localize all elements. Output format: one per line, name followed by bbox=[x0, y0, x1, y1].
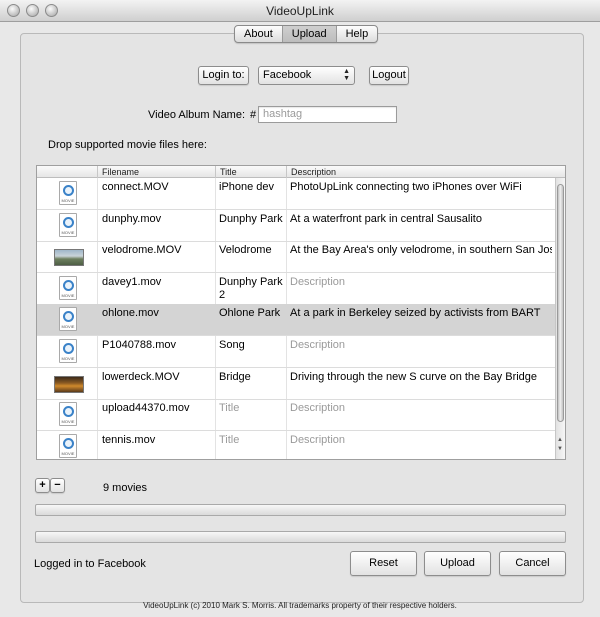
album-name-label: Video Album Name: bbox=[148, 109, 246, 121]
description-cell[interactable]: Description bbox=[290, 434, 552, 447]
chevron-updown-icon: ▲ ▼ bbox=[343, 68, 350, 82]
description-cell[interactable]: Driving through the new S curve on the B… bbox=[290, 371, 552, 384]
logout-button[interactable]: Logout bbox=[369, 66, 409, 85]
table-row[interactable]: lowerdeck.MOV Bridge Driving through the n… bbox=[37, 368, 555, 400]
column-header-description[interactable]: Description bbox=[286, 166, 555, 178]
title-cell[interactable]: iPhone dev bbox=[219, 181, 285, 194]
filename-cell: davey1.mov bbox=[102, 275, 162, 288]
video-thumbnail-velodrome bbox=[54, 249, 84, 267]
table-row[interactable]: MOVIE P1040788.mov Song Description bbox=[37, 336, 555, 368]
column-header-icon bbox=[37, 166, 97, 178]
title-cell[interactable]: Velodrome bbox=[219, 244, 285, 257]
tab-about[interactable]: About bbox=[235, 26, 283, 42]
movie-icon-caption: MOVIE bbox=[61, 419, 75, 425]
quicktime-movie-icon: MOVIE bbox=[59, 275, 77, 300]
title-cell[interactable]: Ohlone Park bbox=[219, 307, 285, 320]
quicktime-movie-icon: MOVIE bbox=[59, 402, 77, 427]
quicktime-movie-icon: MOVIE bbox=[59, 307, 77, 332]
service-select-value: Facebook bbox=[263, 69, 312, 81]
movie-count: 9 movies bbox=[103, 482, 148, 494]
album-name-input[interactable]: hashtag bbox=[258, 106, 397, 123]
title-cell[interactable]: Title bbox=[219, 402, 285, 415]
tab-upload[interactable]: Upload bbox=[282, 26, 337, 42]
filename-cell: upload44370.mov bbox=[102, 402, 190, 415]
video-thumbnail-bridge bbox=[54, 375, 84, 393]
filename-cell: velodrome.MOV bbox=[102, 244, 182, 257]
login-status: Logged in to Facebook bbox=[34, 558, 146, 570]
table-row[interactable]: MOVIE connect.MOV iPhone dev PhotoUpLink c… bbox=[37, 178, 555, 210]
filename-cell: tennis.mov bbox=[102, 433, 156, 446]
tab-help[interactable]: Help bbox=[337, 26, 378, 42]
table-row[interactable]: MOVIE dunphy.mov Dunphy Park At a waterfro… bbox=[37, 210, 555, 242]
reset-button[interactable]: Reset bbox=[350, 551, 417, 576]
column-header-title[interactable]: Title bbox=[215, 166, 286, 178]
title-cell[interactable]: Title bbox=[219, 434, 285, 447]
quicktime-movie-icon: MOVIE bbox=[59, 339, 77, 363]
movie-icon-caption: MOVIE bbox=[61, 198, 75, 203]
description-cell[interactable]: At a waterfront park in central Sausalit… bbox=[290, 213, 552, 226]
table-row[interactable]: MOVIE tennis.mov Title Description bbox=[37, 431, 555, 459]
table-row[interactable]: velodrome.MOV Velodrome At the Bay Area's … bbox=[37, 241, 555, 274]
description-cell[interactable]: Description bbox=[290, 402, 552, 415]
filename-cell: P1040788.mov bbox=[102, 339, 176, 351]
file-progress-bar bbox=[35, 531, 566, 543]
description-cell[interactable]: Description bbox=[290, 276, 552, 289]
title-cell[interactable]: Song bbox=[219, 339, 285, 352]
filename-cell: ohlone.mov bbox=[102, 307, 159, 320]
movie-icon-caption: MOVIE bbox=[61, 229, 75, 235]
title-cell[interactable]: Bridge bbox=[219, 371, 285, 384]
login-to-button[interactable]: Login to: bbox=[198, 66, 249, 85]
movie-icon-caption: MOVIE bbox=[61, 292, 75, 298]
add-movie-button[interactable]: + bbox=[35, 478, 50, 493]
cancel-button[interactable]: Cancel bbox=[499, 551, 566, 576]
description-cell[interactable]: At a park in Berkeley seized by activist… bbox=[290, 307, 552, 320]
description-cell[interactable]: Description bbox=[290, 339, 552, 352]
scroll-up-icon[interactable]: ▲ bbox=[557, 437, 563, 443]
upload-button[interactable]: Upload bbox=[424, 551, 491, 576]
quicktime-movie-icon: MOVIE bbox=[59, 433, 77, 458]
hash-label: # bbox=[250, 109, 257, 121]
scrollbar-thumb[interactable] bbox=[557, 184, 564, 422]
title-cell[interactable]: Dunphy Park bbox=[219, 213, 285, 226]
upload-progress-bar bbox=[35, 504, 566, 516]
movie-icon-caption: MOVIE bbox=[61, 324, 75, 330]
window-titlebar: VideoUpLink bbox=[0, 0, 600, 22]
column-header-filename[interactable]: Filename bbox=[97, 166, 215, 178]
filename-cell: dunphy.mov bbox=[102, 212, 162, 225]
movie-icon-caption: MOVIE bbox=[61, 450, 75, 456]
tab-bar: About Upload Help bbox=[234, 25, 379, 43]
drop-files-label: Drop supported movie files here: bbox=[48, 139, 207, 151]
table-row[interactable]: MOVIE davey1.mov Dunphy Park 2 Description bbox=[37, 273, 555, 305]
vertical-scrollbar[interactable]: ▲ ▼ bbox=[555, 178, 565, 459]
filename-cell: connect.MOV bbox=[102, 181, 169, 193]
table-row[interactable]: MOVIE upload44370.mov Title Description bbox=[37, 399, 555, 432]
description-cell[interactable]: At the Bay Area's only velodrome, in sou… bbox=[290, 244, 552, 257]
scroll-down-icon[interactable]: ▼ bbox=[557, 446, 563, 452]
remove-movie-button[interactable]: − bbox=[50, 478, 65, 493]
movie-icon-caption: MOVIE bbox=[61, 356, 75, 361]
title-cell[interactable]: Dunphy Park 2 bbox=[219, 276, 285, 302]
service-select[interactable]: Facebook ▲ ▼ bbox=[258, 66, 355, 85]
movie-table[interactable]: Filename Title Description MOVIE connect… bbox=[36, 165, 566, 460]
filename-cell: lowerdeck.MOV bbox=[102, 370, 180, 383]
copyright-footer: VideoUpLink (c) 2010 Mark S. Morris. All… bbox=[143, 601, 457, 610]
quicktime-movie-icon: MOVIE bbox=[59, 212, 77, 237]
quicktime-movie-icon: MOVIE bbox=[59, 181, 77, 205]
table-row[interactable]: MOVIE ohlone.mov Ohlone Park At a park in … bbox=[37, 304, 555, 337]
table-header: Filename Title Description bbox=[37, 166, 565, 178]
description-cell[interactable]: PhotoUpLink connecting two iPhones over … bbox=[290, 181, 552, 194]
window-title: VideoUpLink bbox=[266, 4, 334, 18]
